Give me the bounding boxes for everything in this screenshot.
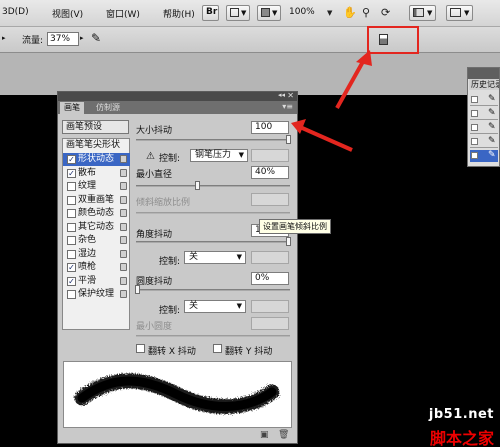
arrow-to-panel-toggle: [335, 50, 372, 109]
arrow-to-size-jitter: [291, 119, 353, 152]
annotation-arrows: [291, 50, 372, 152]
watermark-url: jb51.net: [428, 407, 494, 422]
watermark-site-name: 脚本之家: [429, 429, 494, 447]
